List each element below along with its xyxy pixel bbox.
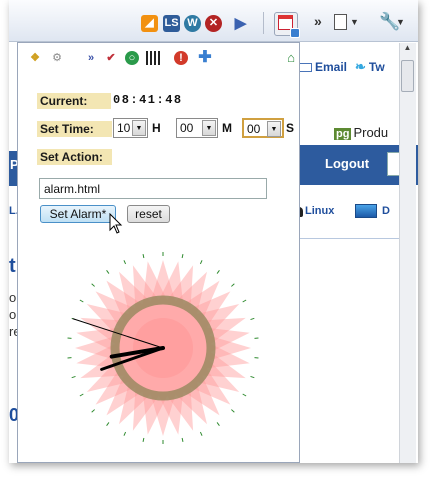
logout-button[interactable]: Logout bbox=[325, 156, 369, 171]
twitter-icon: ❧ bbox=[355, 59, 366, 74]
clock-tick bbox=[199, 431, 203, 436]
hour-select[interactable]: 10 ▼ bbox=[113, 118, 148, 138]
browser-window: ◢ LS W ✕ ▶ » ▼ 🔧 ▼ Email ❧ Tw pg Produ P Lo… bbox=[9, 0, 418, 463]
scrollbar-thumb[interactable] bbox=[401, 60, 414, 92]
clock-tick bbox=[91, 409, 95, 413]
pg-badge: pg bbox=[334, 128, 352, 140]
desktop-icon bbox=[355, 204, 377, 218]
clock-tick bbox=[181, 437, 184, 443]
clock-tick bbox=[79, 299, 84, 303]
extension-badge-icon bbox=[290, 28, 300, 38]
green-circle-icon[interactable]: ○ bbox=[125, 51, 139, 65]
second-unit: S bbox=[286, 121, 295, 135]
scrollbar-track[interactable] bbox=[399, 43, 416, 463]
set-time-label: Set Time: bbox=[37, 121, 112, 137]
toolbar-separator bbox=[263, 12, 264, 34]
clock-tick bbox=[216, 270, 220, 274]
clock-tick bbox=[231, 409, 235, 413]
clock-tick bbox=[231, 283, 235, 287]
wrench-menu-dropdown-icon[interactable]: ▼ bbox=[396, 17, 405, 27]
clock-tick bbox=[250, 375, 255, 379]
scroll-up-arrow-icon[interactable]: ▲ bbox=[399, 43, 416, 57]
minute-value: 00 bbox=[180, 121, 194, 135]
action-url-input[interactable] bbox=[39, 178, 267, 199]
desktop-link[interactable]: D bbox=[382, 205, 390, 217]
chevron-overflow-icon[interactable]: » bbox=[314, 13, 322, 29]
grid-icon[interactable] bbox=[146, 51, 160, 65]
clock-tick bbox=[123, 260, 127, 265]
clock-tick bbox=[242, 299, 247, 303]
stop-icon[interactable]: ! bbox=[174, 51, 188, 65]
chevron-down-icon: ▼ bbox=[202, 120, 216, 136]
clock-tick bbox=[199, 260, 203, 265]
text-fragment: o bbox=[9, 307, 17, 322]
product-label: Produ bbox=[353, 125, 389, 140]
reset-button[interactable]: reset bbox=[127, 205, 170, 223]
gear-icon[interactable]: ⚙ bbox=[50, 51, 64, 65]
clock-tick bbox=[71, 375, 76, 379]
page-menu-dropdown-icon[interactable]: ▼ bbox=[350, 17, 359, 27]
check-icon[interactable]: ✔ bbox=[104, 51, 118, 65]
clock-tick bbox=[250, 317, 255, 321]
wordpress-icon[interactable]: W bbox=[184, 15, 201, 32]
hour-unit: H bbox=[152, 121, 161, 135]
set-action-label: Set Action: bbox=[37, 149, 112, 165]
set-alarm-button[interactable]: Set Alarm* bbox=[40, 205, 116, 223]
clock-tick bbox=[142, 253, 145, 259]
popup-icon-bar: ❖ ⚙ » ✔ ○ ! ✚ ⌂ bbox=[28, 50, 298, 67]
chevron-down-icon: ▼ bbox=[132, 120, 146, 136]
clock-tick bbox=[242, 393, 247, 397]
clock-tick bbox=[106, 270, 110, 274]
home-icon[interactable]: ⌂ bbox=[284, 51, 298, 65]
share-links: Email ❧ Tw bbox=[299, 59, 385, 75]
chevron-down-icon: ▼ bbox=[267, 121, 281, 137]
clock-tick bbox=[216, 422, 220, 426]
clock-tick bbox=[181, 253, 184, 259]
play-icon[interactable]: ▶ bbox=[232, 15, 249, 32]
clock-tick bbox=[79, 393, 84, 397]
mouse-pointer-icon bbox=[109, 213, 123, 234]
email-icon bbox=[299, 62, 312, 72]
product-link[interactable]: pg Produ bbox=[334, 125, 388, 140]
linux-link[interactable]: Linux bbox=[305, 205, 334, 217]
alarm-clock-extension-icon[interactable] bbox=[274, 12, 300, 38]
clock-tick bbox=[123, 431, 127, 436]
minute-select[interactable]: 00 ▼ bbox=[176, 118, 218, 138]
arrows-icon[interactable]: » bbox=[84, 51, 98, 65]
current-time: 08:41:48 bbox=[113, 93, 183, 107]
plus-icon[interactable]: ✚ bbox=[198, 50, 212, 66]
alarm-popup: ❖ ⚙ » ✔ ○ ! ✚ ⌂ Current: 08:41:48 Set Ti… bbox=[17, 42, 300, 463]
clock-tick bbox=[91, 283, 95, 287]
minute-unit: M bbox=[222, 121, 232, 135]
divider bbox=[299, 238, 405, 239]
clock-tick bbox=[106, 422, 110, 426]
stumble-icon[interactable]: ✕ bbox=[205, 15, 222, 32]
analog-clock bbox=[67, 252, 259, 444]
key-icon[interactable]: ❖ bbox=[28, 51, 42, 65]
rss-icon[interactable]: ◢ bbox=[141, 15, 158, 32]
page-menu-icon[interactable] bbox=[334, 14, 347, 30]
browser-toolbar: ◢ LS W ✕ ▶ » ▼ 🔧 ▼ bbox=[9, 0, 418, 42]
second-value: 00 bbox=[247, 122, 261, 136]
hour-value: 10 bbox=[117, 121, 131, 135]
current-label: Current: bbox=[37, 93, 111, 109]
email-link[interactable]: Email bbox=[315, 60, 347, 74]
twitter-link[interactable]: Tw bbox=[369, 60, 385, 74]
clock-tick bbox=[142, 437, 145, 443]
ls-icon[interactable]: LS bbox=[163, 15, 180, 32]
second-select[interactable]: 00 ▼ bbox=[242, 118, 284, 138]
